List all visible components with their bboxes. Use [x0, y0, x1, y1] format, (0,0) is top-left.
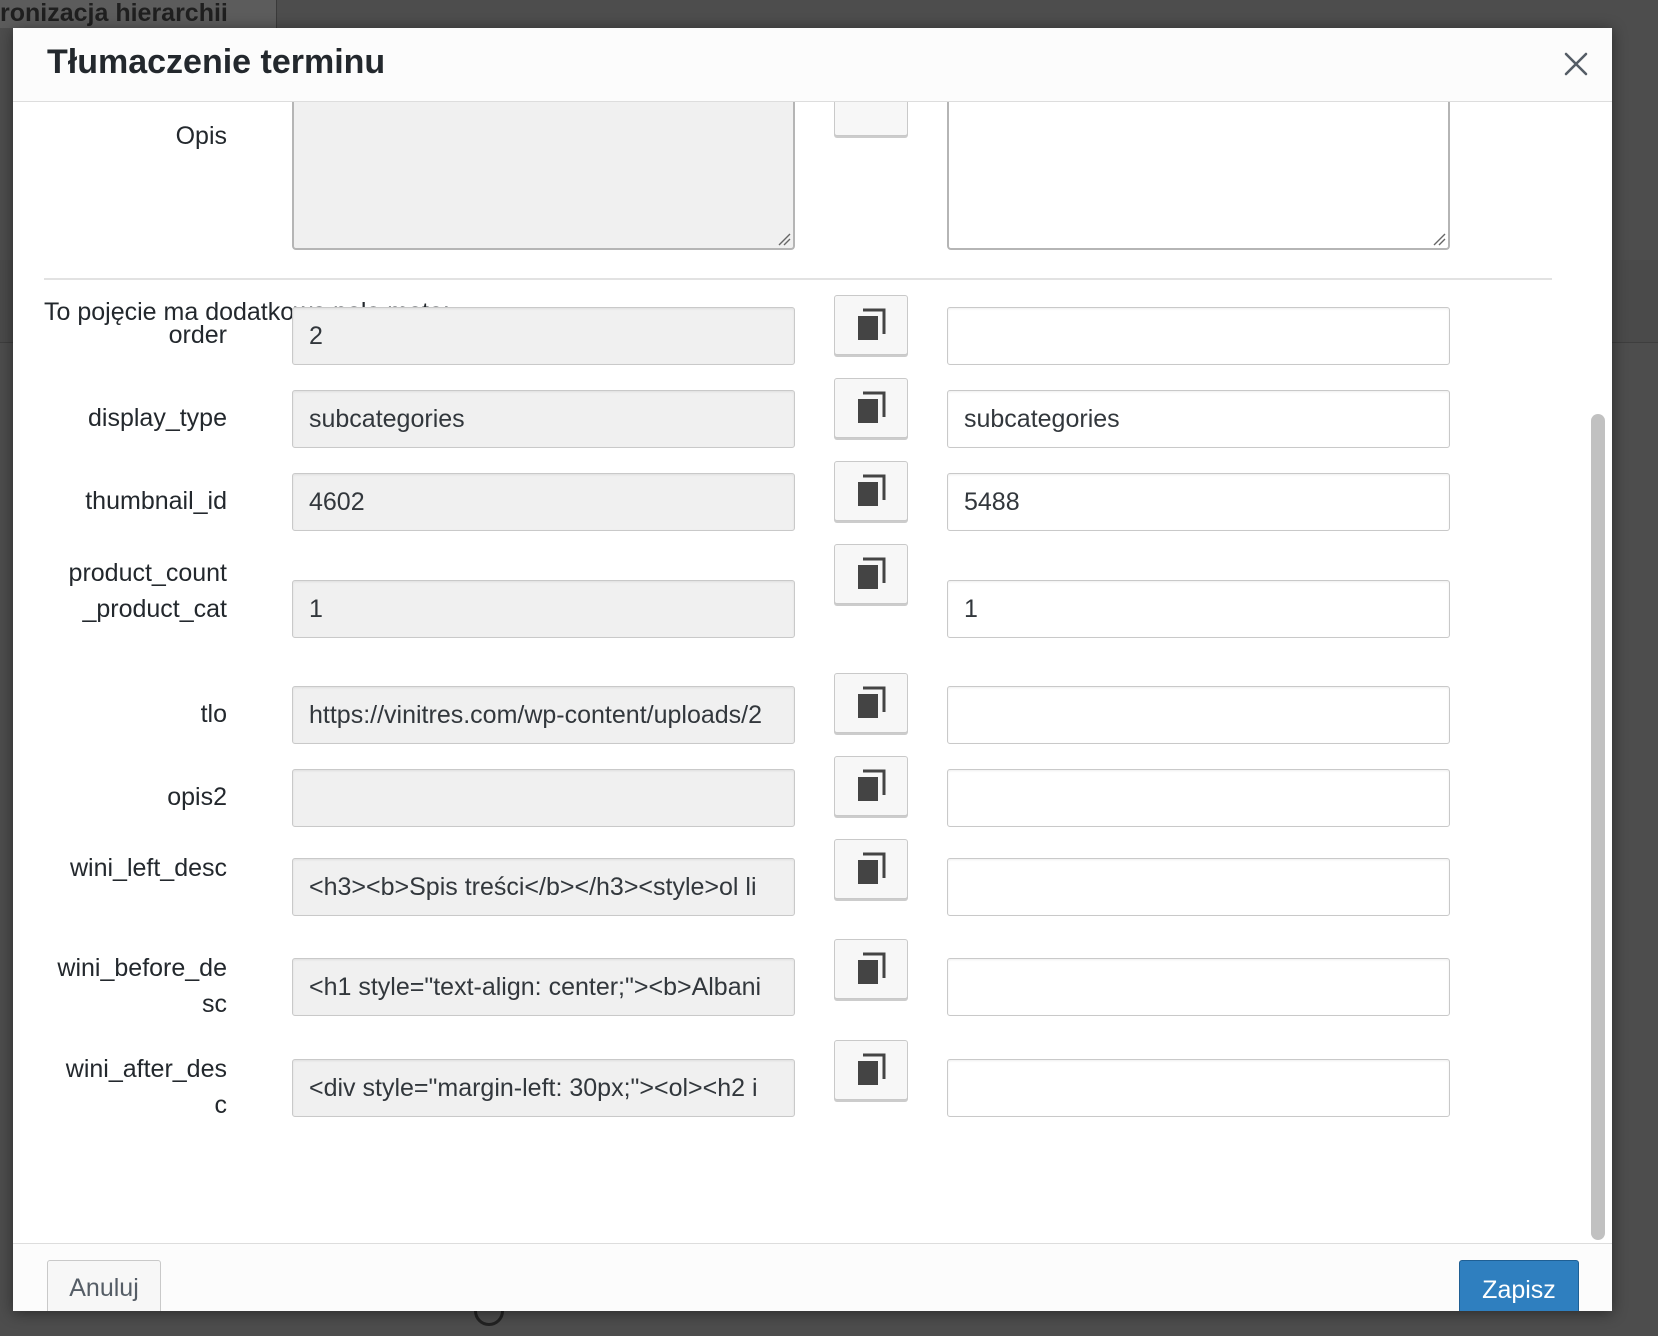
meta-label-order: order: [168, 321, 227, 349]
meta-source-opis2: [292, 769, 795, 827]
meta-source-wini-after-desc: [292, 1059, 795, 1117]
close-icon: [1564, 52, 1588, 76]
dialog-title: Tłumaczenie terminu: [47, 43, 386, 81]
copy-button-wini-before-desc[interactable]: [834, 939, 908, 999]
meta-label-product-count: product_count_product_cat: [68, 559, 227, 623]
copy-button-display-type[interactable]: [834, 378, 908, 438]
meta-target-display-type[interactable]: [947, 390, 1450, 448]
copy-button-wini-left-desc[interactable]: [834, 839, 908, 899]
meta-source-thumbnail-id: [292, 473, 795, 531]
description-label: Opis: [175, 122, 227, 150]
meta-target-wini-after-desc[interactable]: [947, 1059, 1450, 1117]
background-page-title: ronizacja hierarchii: [0, 0, 277, 28]
meta-target-wini-before-desc[interactable]: [947, 958, 1450, 1016]
description-source-textarea: [292, 102, 795, 250]
copy-icon: [858, 952, 886, 984]
meta-target-product-count[interactable]: [947, 580, 1450, 638]
description-copy-button[interactable]: [834, 102, 908, 136]
copy-button-product-count[interactable]: [834, 544, 908, 604]
cancel-button[interactable]: Anuluj: [47, 1260, 161, 1311]
meta-target-order[interactable]: [947, 307, 1450, 365]
copy-icon: [858, 391, 886, 423]
copy-button-thumbnail-id[interactable]: [834, 461, 908, 521]
meta-source-wini-before-desc: [292, 958, 795, 1016]
description-target-textarea[interactable]: [947, 102, 1450, 250]
meta-target-tlo[interactable]: [947, 686, 1450, 744]
copy-icon: [858, 852, 886, 884]
resize-grip-icon[interactable]: [1432, 232, 1446, 246]
meta-label-wini-left-desc: wini_left_desc: [69, 854, 227, 882]
copy-button-opis2[interactable]: [834, 756, 908, 816]
scrollbar-thumb[interactable]: [1591, 414, 1605, 1240]
copy-icon: [858, 308, 886, 340]
copy-button-order[interactable]: [834, 295, 908, 355]
meta-source-product-count: [292, 580, 795, 638]
dialog-body: Opis To pojęcie ma dodatkowe pola meta: …: [13, 102, 1612, 1244]
meta-target-thumbnail-id[interactable]: [947, 473, 1450, 531]
section-divider: [44, 278, 1552, 280]
resize-grip-icon[interactable]: [777, 232, 791, 246]
meta-label-display-type: display_type: [88, 404, 227, 432]
copy-icon: [858, 1053, 886, 1085]
meta-label-opis2: opis2: [167, 783, 227, 811]
copy-icon: [858, 769, 886, 801]
meta-target-wini-left-desc[interactable]: [947, 858, 1450, 916]
meta-source-tlo: [292, 686, 795, 744]
meta-label-tlo: tlo: [200, 700, 227, 728]
meta-target-opis2[interactable]: [947, 769, 1450, 827]
meta-label-wini-after-desc: wini_after_desc: [65, 1055, 227, 1119]
copy-button-tlo[interactable]: [834, 673, 908, 733]
meta-source-display-type: [292, 390, 795, 448]
save-button[interactable]: Zapisz: [1459, 1260, 1579, 1311]
meta-label-thumbnail-id: thumbnail_id: [85, 487, 227, 515]
close-button[interactable]: [1558, 46, 1594, 82]
copy-icon: [858, 557, 886, 589]
meta-source-wini-left-desc: [292, 858, 795, 916]
dialog-header: Tłumaczenie terminu: [13, 28, 1612, 102]
dialog-footer: Anuluj Zapisz: [13, 1243, 1612, 1311]
meta-label-wini-before-desc: wini_before_desc: [57, 954, 227, 1018]
copy-button-wini-after-desc[interactable]: [834, 1040, 908, 1100]
copy-icon: [858, 686, 886, 718]
copy-icon: [858, 474, 886, 506]
term-translation-dialog: Tłumaczenie terminu Opis To pojęcie ma d…: [13, 28, 1612, 1311]
meta-source-order: [292, 307, 795, 365]
